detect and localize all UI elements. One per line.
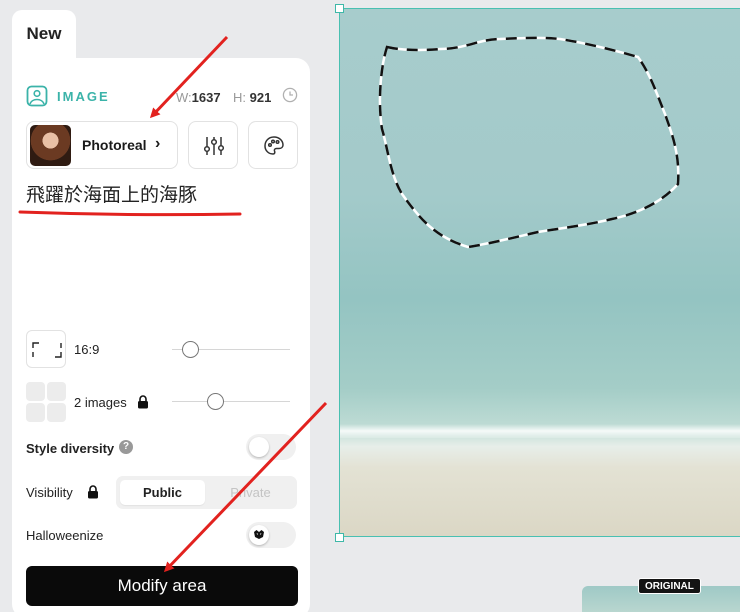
image-count-value: 2 images [74, 395, 127, 410]
style-diversity-label: Style diversity [26, 441, 115, 456]
halloweenize-toggle[interactable] [246, 522, 296, 548]
sliders-icon [203, 137, 225, 155]
tab-new[interactable]: New [12, 10, 76, 58]
image-canvas[interactable] [339, 8, 740, 537]
image-section-label: IMAGE [57, 89, 110, 104]
image-section-header: IMAGE W:1637 H: 921 [26, 85, 298, 107]
height-readout: H: 921 [233, 90, 272, 105]
model-avatar [30, 125, 71, 166]
clock-icon[interactable] [282, 87, 298, 103]
adjustments-button[interactable] [188, 121, 238, 169]
style-diversity-toggle[interactable] [246, 434, 296, 460]
toggle-knob [249, 437, 269, 457]
aspect-ratio-slider-thumb[interactable] [182, 341, 199, 358]
palette-icon [264, 136, 284, 155]
style-palette-button[interactable] [248, 121, 298, 169]
aspect-ratio-value: 16:9 [74, 342, 100, 357]
original-badge: ORIGINAL [638, 578, 701, 594]
lock-icon [87, 485, 99, 504]
canvas-resize-handle[interactable] [335, 4, 344, 13]
tab-new-label: New [26, 24, 62, 43]
selection-mask-outline[interactable] [340, 9, 740, 537]
model-selector-button[interactable]: Photoreal › [26, 121, 178, 169]
image-count-slider[interactable] [172, 401, 290, 402]
settings-panel: IMAGE W:1637 H: 921 Photoreal › 飛躍於海面上的海… [12, 58, 310, 612]
width-readout: W:1637 [176, 90, 221, 105]
chevron-right-icon: › [155, 135, 161, 152]
visibility-label: Visibility [26, 485, 73, 500]
visibility-option-private[interactable]: Private [208, 480, 293, 505]
image-count-icon [26, 382, 66, 422]
pumpkin-icon [253, 528, 265, 543]
model-label: Photoreal [82, 137, 147, 153]
aspect-ratio-icon-box[interactable] [26, 330, 66, 368]
lock-icon [137, 395, 149, 414]
modify-area-button[interactable]: Modify area [26, 566, 298, 606]
visibility-segmented-control: Public Private [116, 476, 297, 509]
visibility-option-public[interactable]: Public [120, 480, 205, 505]
image-count-slider-thumb[interactable] [207, 393, 224, 410]
halloweenize-label: Halloweenize [26, 528, 104, 543]
canvas-resize-handle[interactable] [335, 533, 344, 542]
prompt-input[interactable]: 飛躍於海面上的海豚 [26, 180, 197, 207]
help-icon[interactable]: ? [119, 440, 133, 454]
image-icon [26, 85, 48, 107]
aspect-ratio-icon [32, 342, 62, 358]
